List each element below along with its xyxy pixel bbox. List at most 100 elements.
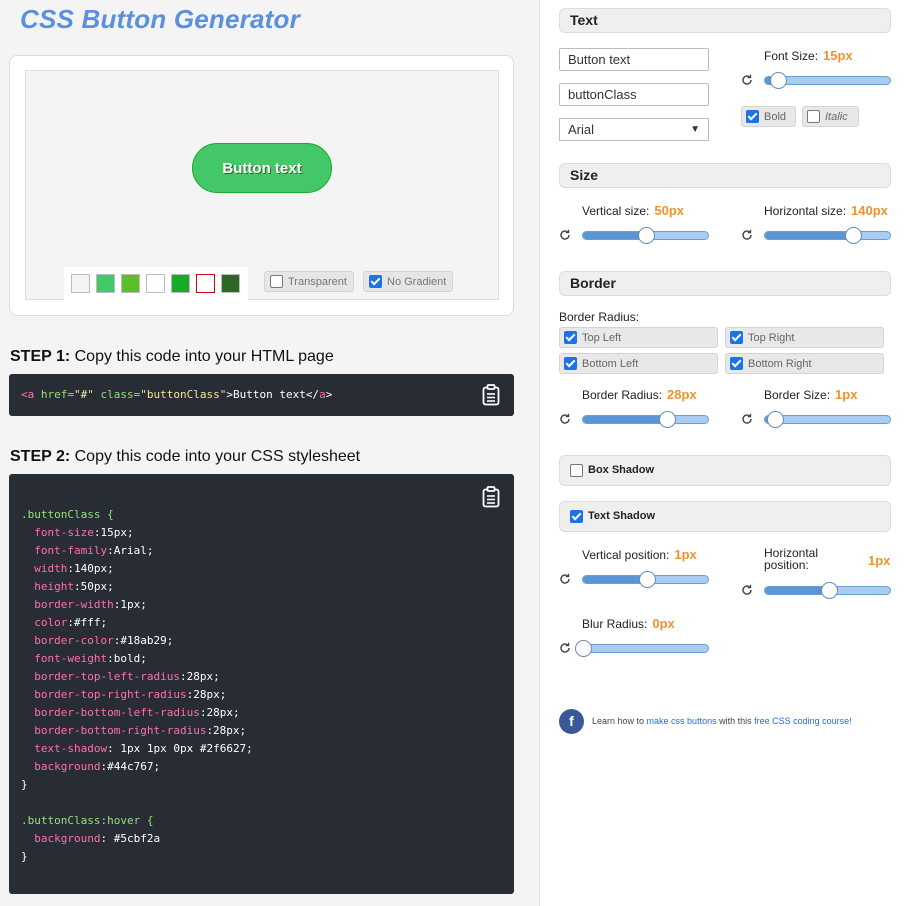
corner-checkbox[interactable] xyxy=(564,331,577,344)
css-prop: border-width xyxy=(34,598,114,611)
css-declaration: border-top-right-radius:28px; xyxy=(21,686,502,704)
clipboard-icon[interactable] xyxy=(482,486,500,508)
italic-checkbox[interactable] xyxy=(807,110,820,123)
bold-toggle[interactable]: Bold xyxy=(741,106,796,127)
slider-thumb[interactable] xyxy=(637,227,655,244)
reset-icon[interactable] xyxy=(559,229,571,241)
css-prop: text-shadow xyxy=(34,742,108,755)
code-text: > xyxy=(325,388,333,401)
vertical-size-slider[interactable] xyxy=(582,227,709,244)
free-css-course-link[interactable]: free CSS coding course! xyxy=(754,716,852,726)
shadow-horizontal-slider[interactable] xyxy=(764,582,891,599)
corner-checkbox[interactable] xyxy=(730,331,743,344)
shadow-horizontal-label: Horizontal position: xyxy=(764,546,819,572)
css-declaration: height:50px; xyxy=(21,578,502,596)
css-prop: width xyxy=(34,562,68,575)
shadow-vertical-label-text: Vertical position: xyxy=(582,548,670,562)
slider-thumb[interactable] xyxy=(844,227,862,244)
swatch-white-selected[interactable] xyxy=(196,274,215,293)
font-size-slider[interactable] xyxy=(764,72,891,89)
italic-toggle[interactable]: Italic xyxy=(802,106,859,127)
class-name-input[interactable] xyxy=(559,83,709,106)
css-prop: border-bottom-right-radius xyxy=(34,724,207,737)
corner-top-right-toggle[interactable]: Top Right xyxy=(725,327,884,348)
font-family-value: Arial xyxy=(568,122,595,137)
no-gradient-checkbox[interactable] xyxy=(369,275,382,288)
border-radius-slider[interactable] xyxy=(582,411,709,428)
bold-checkbox[interactable] xyxy=(746,110,759,123)
border-size-slider[interactable] xyxy=(764,411,891,428)
swatch-forest[interactable] xyxy=(221,274,240,293)
corner-checkbox[interactable] xyxy=(730,357,743,370)
text-shadow-header[interactable]: Text Shadow xyxy=(559,501,891,532)
shadow-vertical-slider[interactable] xyxy=(582,571,709,588)
facebook-icon[interactable]: f xyxy=(559,709,584,734)
section-border-header[interactable]: Border xyxy=(559,271,891,296)
box-shadow-checkbox[interactable] xyxy=(570,464,583,477)
step2-text: Copy this code into your CSS stylesheet xyxy=(74,448,361,465)
reset-icon[interactable] xyxy=(741,413,753,425)
css-declaration: border-bottom-left-radius:28px; xyxy=(21,704,502,722)
swatch-light-gray[interactable] xyxy=(71,274,90,293)
section-text-header[interactable]: Text xyxy=(559,8,891,33)
border-size-label-text: Border Size: xyxy=(764,388,831,402)
css-value: :15px; xyxy=(93,526,134,539)
swatch-dark-green[interactable] xyxy=(171,274,190,293)
css-code[interactable]: .buttonClass { font-size:15px; font-fami… xyxy=(9,474,514,894)
make-css-buttons-link[interactable]: make css buttons xyxy=(647,716,717,726)
preview-button[interactable]: Button text xyxy=(192,143,332,193)
corner-bottom-left-toggle[interactable]: Bottom Left xyxy=(559,353,718,374)
preview-card: Button text Transparent No Gradient xyxy=(9,55,514,316)
reset-icon[interactable] xyxy=(559,413,571,425)
swatch-green[interactable] xyxy=(96,274,115,293)
horizontal-size-slider[interactable] xyxy=(764,227,891,244)
slider-fill xyxy=(583,576,647,583)
corner-checkbox[interactable] xyxy=(564,357,577,370)
box-shadow-label: Box Shadow xyxy=(588,464,655,476)
vertical-size-label-text: Vertical size: xyxy=(582,204,650,218)
slider-thumb[interactable] xyxy=(769,72,787,89)
slider-thumb[interactable] xyxy=(658,411,676,428)
css-value: :#44c767; xyxy=(100,760,161,773)
css-value: :#fff; xyxy=(67,616,108,629)
section-size-header[interactable]: Size xyxy=(559,163,891,188)
transparent-toggle[interactable]: Transparent xyxy=(264,271,354,292)
corner-top-left-toggle[interactable]: Top Left xyxy=(559,327,718,348)
swatch-lime[interactable] xyxy=(121,274,140,293)
css-prop: background xyxy=(34,832,101,845)
code-string: "buttonClass" xyxy=(140,388,227,401)
button-text-input[interactable] xyxy=(559,48,709,71)
text-shadow-checkbox[interactable] xyxy=(570,510,583,523)
css-value: : #5cbf2a xyxy=(100,832,161,845)
no-gradient-toggle[interactable]: No Gradient xyxy=(363,271,454,292)
border-radius-title: Border Radius: xyxy=(559,310,640,324)
css-close-brace: } xyxy=(21,778,28,791)
swatch-white[interactable] xyxy=(146,274,165,293)
blur-radius-slider[interactable] xyxy=(575,640,709,657)
blur-radius-value: 0px xyxy=(652,616,675,631)
vertical-size-label: Vertical size: 50px xyxy=(582,203,684,218)
reset-icon[interactable] xyxy=(741,229,753,241)
reset-icon[interactable] xyxy=(559,573,571,585)
border-radius-value: 28px xyxy=(667,387,697,402)
border-size-label: Border Size: 1px xyxy=(764,387,857,402)
preview-area: Button text Transparent No Gradient xyxy=(25,70,499,300)
slider-thumb[interactable] xyxy=(638,571,656,588)
font-size-value: 15px xyxy=(823,48,853,63)
footer-mid: with this xyxy=(716,716,755,726)
font-family-select[interactable]: Arial ▼ xyxy=(559,118,709,141)
slider-thumb[interactable] xyxy=(575,640,592,657)
reset-icon[interactable] xyxy=(741,584,753,596)
no-gradient-label: No Gradient xyxy=(387,275,447,288)
box-shadow-header[interactable]: Box Shadow xyxy=(559,455,891,486)
transparent-checkbox[interactable] xyxy=(270,275,283,288)
step2-label: STEP 2: xyxy=(10,448,71,465)
corner-bottom-right-toggle[interactable]: Bottom Right xyxy=(725,353,884,374)
reset-icon[interactable] xyxy=(741,74,753,86)
slider-thumb[interactable] xyxy=(767,411,784,428)
slider-thumb[interactable] xyxy=(820,582,838,599)
reset-icon[interactable] xyxy=(559,642,571,654)
clipboard-icon[interactable] xyxy=(482,384,500,406)
html-code[interactable]: <a href="#" class="buttonClass">Button t… xyxy=(9,374,514,416)
border-size-value: 1px xyxy=(835,387,858,402)
